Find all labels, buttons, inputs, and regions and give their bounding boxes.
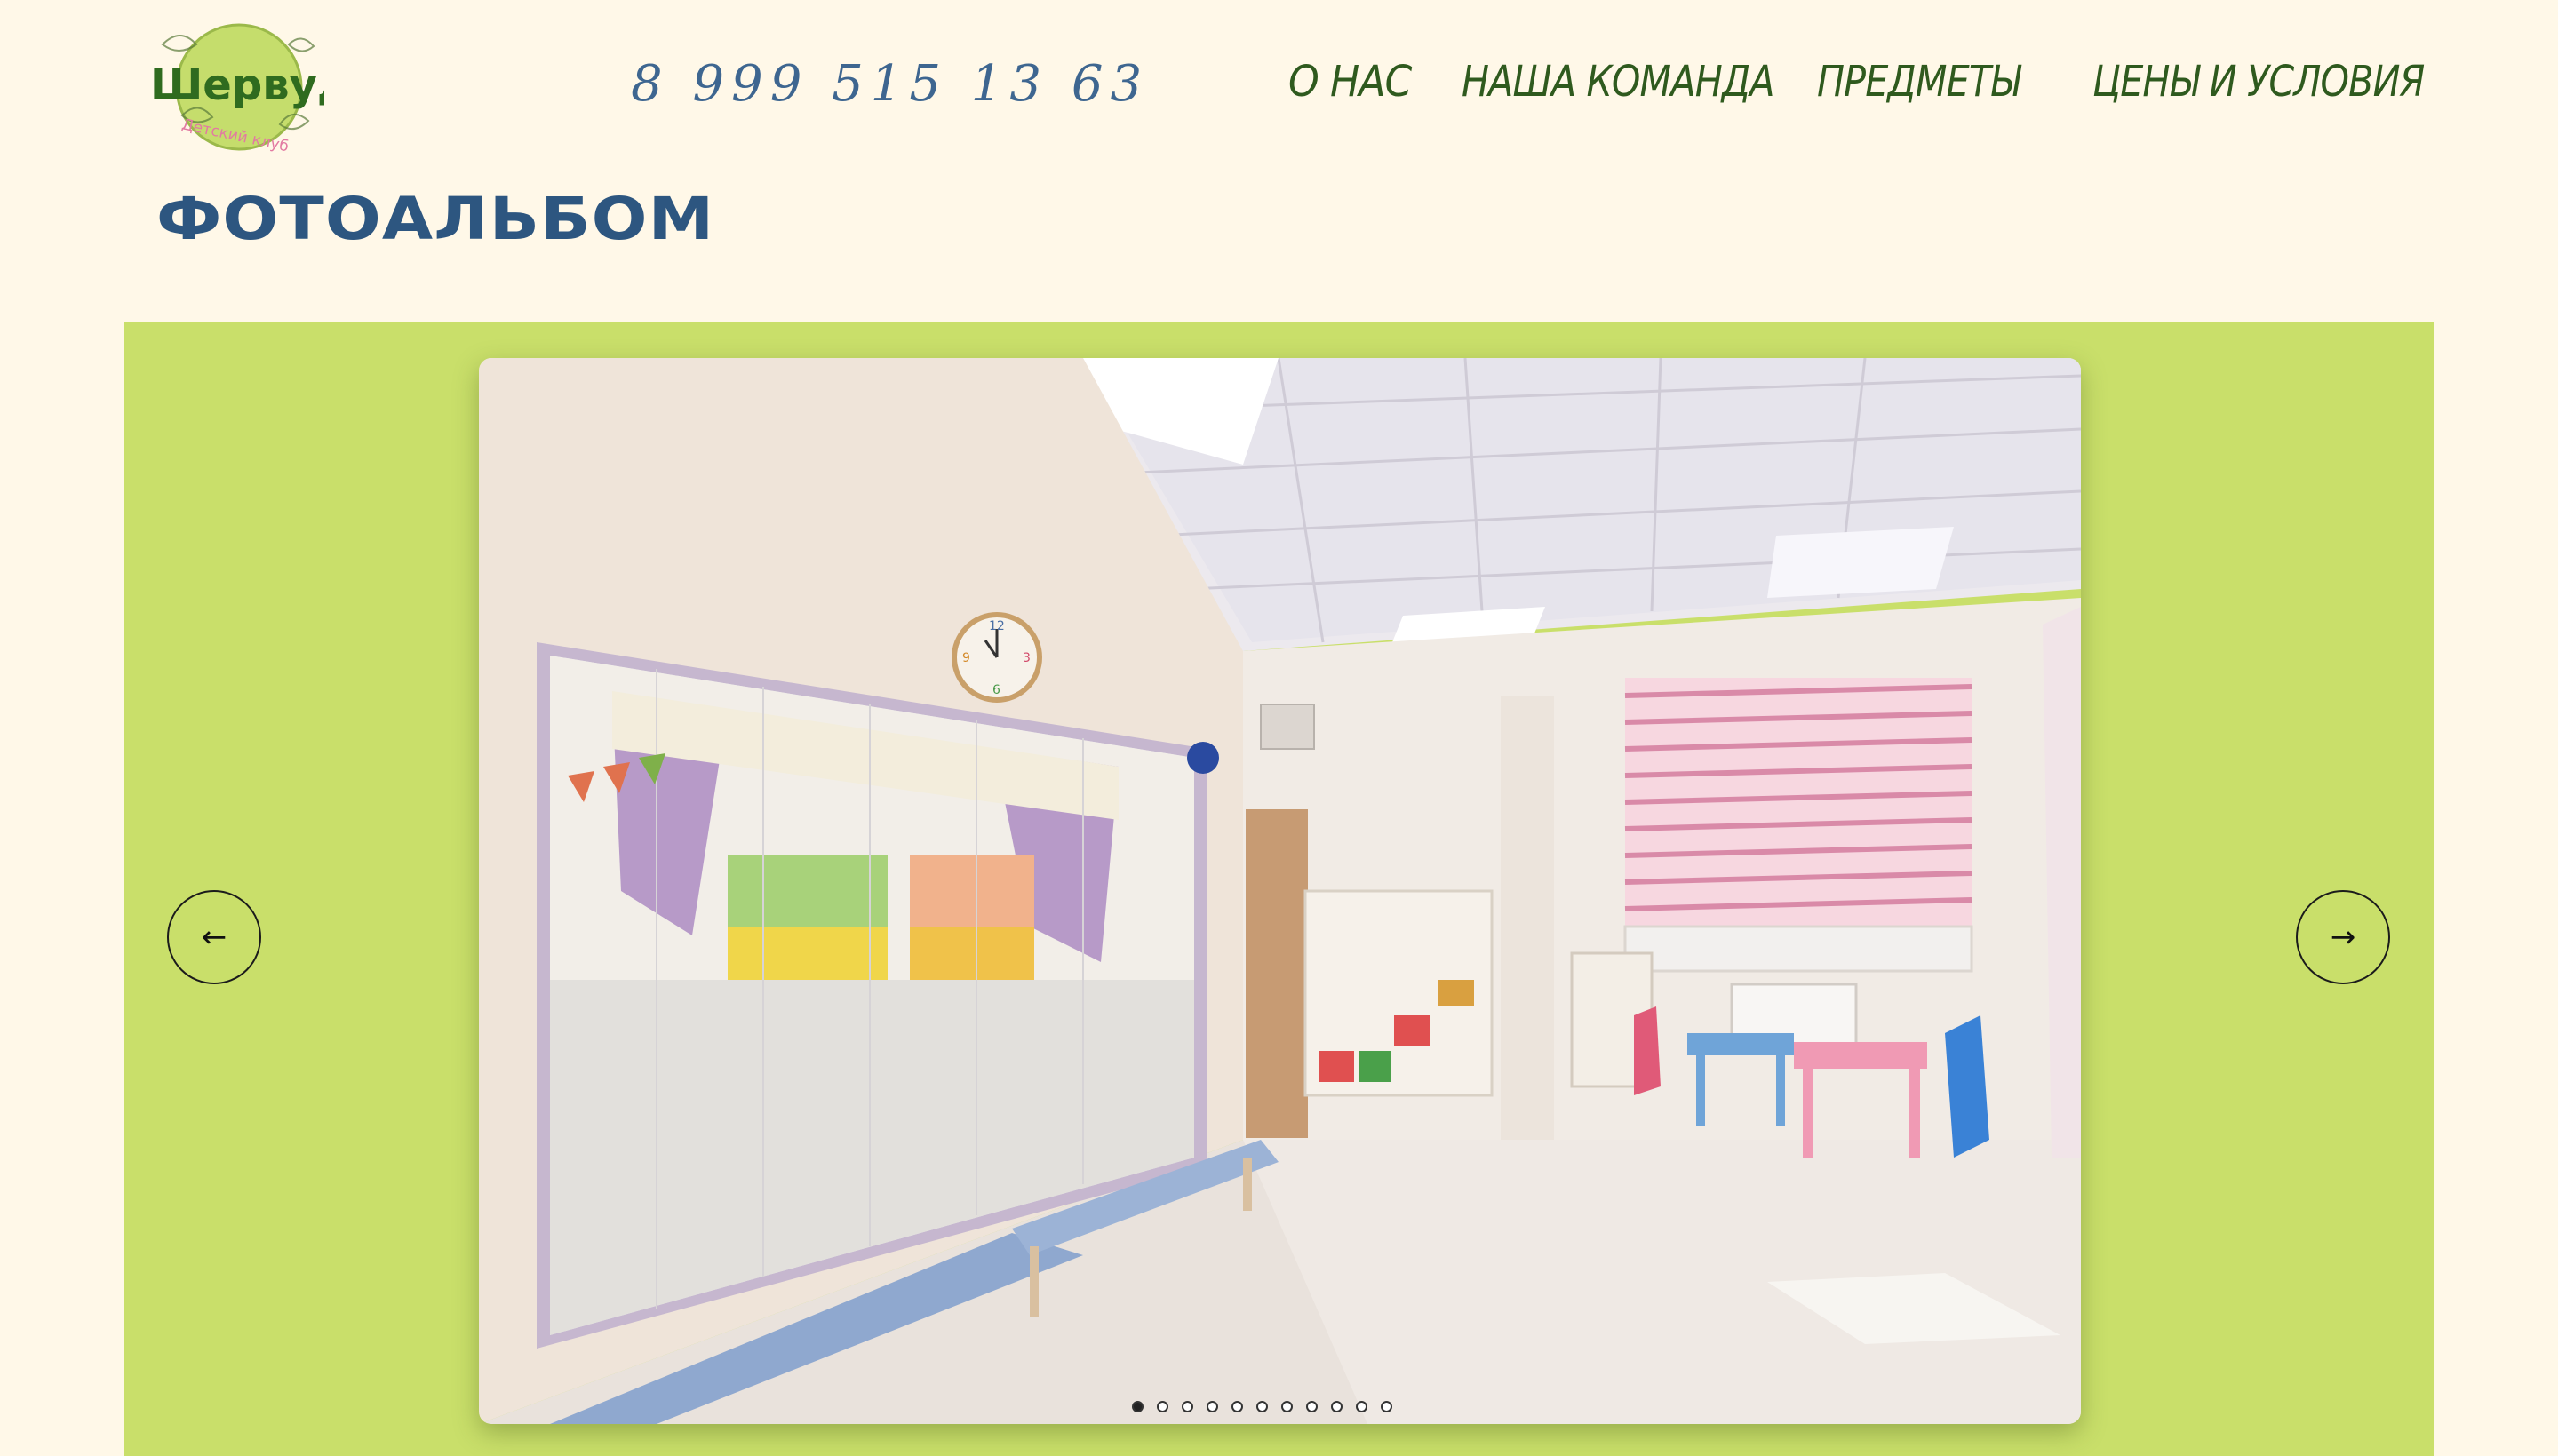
gallery-dot[interactable] (1206, 1401, 1218, 1412)
gallery-dot[interactable] (1181, 1401, 1193, 1412)
arrow-left-icon: ← (201, 919, 227, 955)
photo-gallery: 12 3 6 9 ← → (124, 322, 2434, 1456)
page-title: ФОТОАЛЬБОМ (156, 185, 715, 253)
nav-item-subjects[interactable]: ПРЕДМЕТЫ (1817, 57, 2020, 107)
gallery-next-button[interactable]: → (2296, 890, 2390, 984)
playroom-photo-icon: 12 3 6 9 (479, 358, 2081, 1424)
gallery-dot[interactable] (1131, 1401, 1144, 1412)
main-nav: О НАС НАША КОМАНДА ПРЕДМЕТЫ ЦЕНЫ И УСЛОВ… (0, 57, 2558, 119)
clock-number-12: 12 (989, 619, 1005, 633)
gallery-dot[interactable] (1280, 1401, 1293, 1412)
arrow-right-icon: → (2330, 919, 2356, 955)
gallery-photo[interactable]: 12 3 6 9 (479, 358, 2081, 1424)
gallery-dot[interactable] (1305, 1401, 1318, 1412)
gallery-pagination (89, 1401, 2434, 1412)
clock-number-3: 3 (1023, 651, 1031, 665)
gallery-dot[interactable] (1330, 1401, 1343, 1412)
gallery-dot[interactable] (1380, 1401, 1392, 1412)
gallery-dot[interactable] (1255, 1401, 1268, 1412)
gallery-dot[interactable] (1355, 1401, 1367, 1412)
nav-item-team[interactable]: НАША КОМАНДА (1462, 57, 1775, 107)
gallery-dot[interactable] (1231, 1401, 1243, 1412)
gallery-dot[interactable] (1156, 1401, 1168, 1412)
clock-number-9: 9 (962, 651, 970, 665)
nav-item-about[interactable]: О НАС (1288, 57, 1412, 107)
nav-item-prices[interactable]: ЦЕНЫ И УСЛОВИЯ (2092, 57, 2425, 107)
clock-number-6: 6 (992, 683, 1000, 697)
gallery-prev-button[interactable]: ← (167, 890, 261, 984)
